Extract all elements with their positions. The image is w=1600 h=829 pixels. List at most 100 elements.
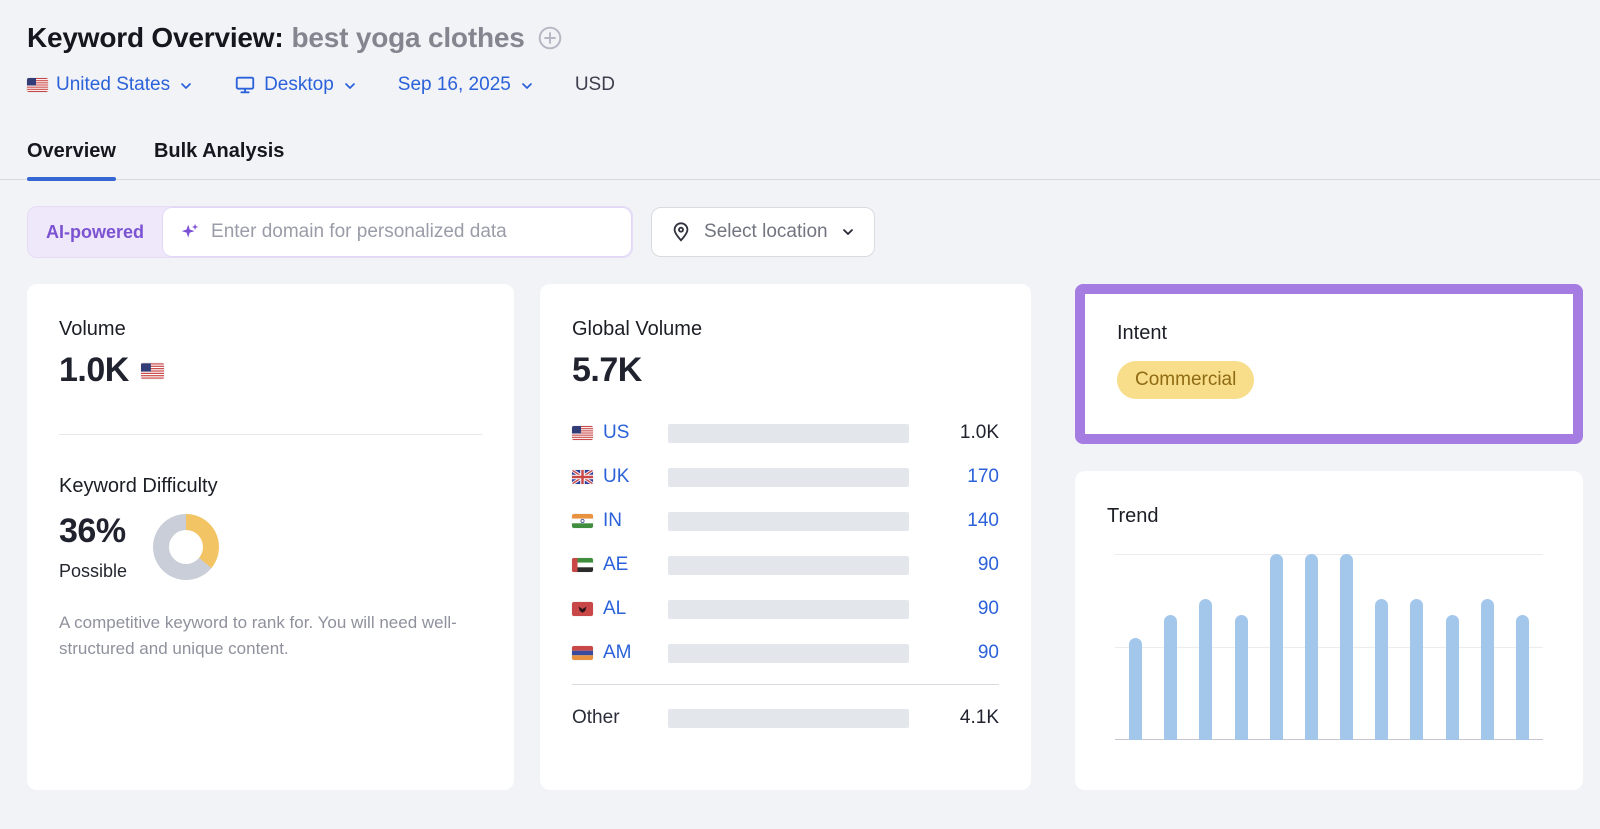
country-row-us: US 1.0K (572, 418, 999, 448)
country-row-am: AM 90 (572, 638, 999, 668)
country-volume-value: 1.0K (935, 422, 999, 444)
keyword-overview-page: Keyword Overview: best yoga clothes Unite… (0, 0, 1600, 790)
device-dropdown-label: Desktop (264, 74, 334, 96)
global-volume-card: Global Volume 5.7K US 1.0K (540, 284, 1031, 790)
chevron-down-icon (342, 78, 358, 94)
right-column: Intent Commercial Trend (1075, 284, 1583, 790)
kd-description: A competitive keyword to rank for. You w… (59, 610, 469, 663)
trend-bar (1270, 554, 1283, 740)
device-dropdown[interactable]: Desktop (234, 74, 358, 96)
ai-powered-group: AI-powered (27, 206, 633, 258)
kd-donut-chart (153, 514, 219, 580)
volume-bar (668, 424, 909, 443)
india-flag-icon (572, 514, 593, 528)
page-title: Keyword Overview: best yoga clothes (27, 22, 525, 54)
domain-input-box[interactable] (162, 207, 632, 257)
kd-level-label: Possible (59, 561, 127, 582)
country-row-al: AL 90 (572, 594, 999, 624)
us-flag-icon (572, 426, 593, 440)
uk-flag-icon (572, 470, 593, 484)
country-volume-value[interactable]: 170 (935, 466, 999, 488)
ai-powered-badge: AI-powered (28, 222, 162, 243)
intent-commercial-badge: Commercial (1117, 361, 1254, 399)
uae-flag-icon (572, 558, 593, 572)
tabs-strip: Overview Bulk Analysis (0, 140, 1600, 180)
domain-input[interactable] (211, 221, 615, 243)
other-row: Other 4.1K (572, 703, 999, 733)
date-dropdown-label: Sep 16, 2025 (398, 74, 511, 96)
intent-highlight-box: Intent Commercial (1075, 284, 1583, 444)
country-code-link[interactable]: IN (603, 510, 622, 532)
country-volume-value[interactable]: 90 (935, 598, 999, 620)
trend-bar (1446, 615, 1459, 740)
country-volume-value[interactable]: 90 (935, 642, 999, 664)
add-keyword-icon[interactable] (537, 25, 563, 51)
volume-bar (668, 468, 909, 487)
keyword-difficulty-title: Keyword Difficulty (59, 475, 482, 498)
volume-bar (668, 556, 909, 575)
country-row-in: IN 140 (572, 506, 999, 536)
location-pin-icon (670, 221, 692, 243)
country-code-link[interactable]: AE (603, 554, 628, 576)
volume-bar (668, 644, 909, 663)
other-label: Other (572, 707, 668, 729)
us-flag-icon (141, 363, 164, 379)
global-volume-title: Global Volume (572, 318, 999, 341)
trend-bar (1340, 554, 1353, 740)
volume-bar (668, 709, 909, 728)
trend-title: Trend (1107, 505, 1551, 528)
country-code-link[interactable]: UK (603, 466, 629, 488)
country-volume-list: US 1.0K UK 170 (572, 418, 999, 733)
country-row-ae: AE 90 (572, 550, 999, 580)
trend-bar (1164, 615, 1177, 740)
us-flag-icon (27, 78, 48, 92)
global-volume-value: 5.7K (572, 351, 999, 390)
chevron-down-icon (840, 224, 856, 240)
country-volume-value[interactable]: 140 (935, 510, 999, 532)
trend-bar (1305, 554, 1318, 740)
trend-card: Trend (1075, 471, 1583, 790)
filter-bar: United States Desktop Sep 16, 2025 USD (27, 74, 1583, 96)
volume-card: Volume 1.0K Keyword Difficulty 36% Possi… (27, 284, 514, 790)
intent-title: Intent (1117, 322, 1541, 345)
country-code-link[interactable]: US (603, 422, 629, 444)
select-location-button[interactable]: Select location (651, 207, 875, 257)
card-divider (59, 434, 482, 435)
trend-bar (1129, 638, 1142, 740)
volume-bar (668, 512, 909, 531)
tab-overview[interactable]: Overview (27, 140, 116, 179)
trend-bar (1375, 599, 1388, 740)
country-volume-value[interactable]: 90 (935, 554, 999, 576)
trend-bar (1410, 599, 1423, 740)
intent-card: Intent Commercial (1085, 294, 1573, 427)
trend-bar (1235, 615, 1248, 740)
country-dropdown[interactable]: United States (27, 74, 194, 96)
page-title-label: Keyword Overview: (27, 22, 283, 53)
other-divider (572, 684, 999, 685)
chevron-down-icon (178, 78, 194, 94)
country-code-link[interactable]: AL (603, 598, 626, 620)
other-volume-value: 4.1K (935, 707, 999, 729)
date-dropdown[interactable]: Sep 16, 2025 (398, 74, 535, 96)
tab-bulk-analysis[interactable]: Bulk Analysis (154, 140, 284, 179)
trend-bar-chart (1115, 554, 1543, 740)
volume-title: Volume (59, 318, 482, 341)
country-row-uk: UK 170 (572, 462, 999, 492)
ai-toolbar: AI-powered Select location (27, 206, 1583, 258)
currency-label: USD (575, 74, 615, 96)
volume-value: 1.0K (59, 351, 129, 390)
volume-bar (668, 600, 909, 619)
page-header: Keyword Overview: best yoga clothes (27, 22, 1583, 54)
select-location-label: Select location (704, 221, 828, 243)
keyword-text: best yoga clothes (291, 22, 524, 53)
kd-percent-value: 36% (59, 512, 127, 551)
country-dropdown-label: United States (56, 74, 170, 96)
trend-bar (1481, 599, 1494, 740)
metrics-cards: Volume 1.0K Keyword Difficulty 36% Possi… (27, 284, 1583, 790)
sparkle-icon (179, 221, 201, 243)
trend-bar (1516, 615, 1529, 740)
country-code-link[interactable]: AM (603, 642, 632, 664)
trend-bar (1199, 599, 1212, 740)
desktop-icon (234, 74, 256, 96)
albania-flag-icon (572, 602, 593, 616)
